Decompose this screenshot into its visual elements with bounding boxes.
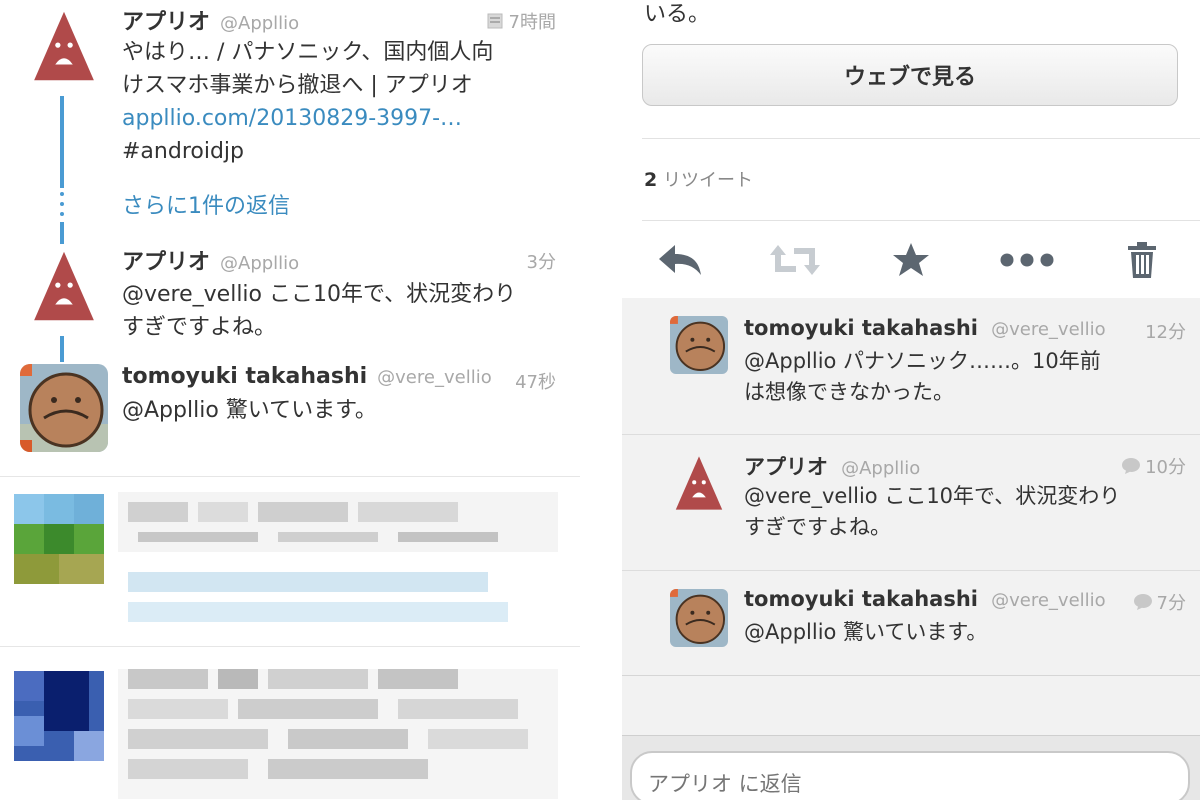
reply-text: @Appllio 驚いています。: [744, 617, 987, 648]
tweet-text-tail: いる。: [644, 2, 711, 27]
reply-text: @Appllio パナソニック……。10年前 は想像できなかった。: [744, 346, 1101, 408]
author-handle: @Appllio: [220, 13, 300, 34]
reply-text-line: @vere_vellio ここ10年で、状況変わり: [744, 484, 1121, 508]
reply-text-line: @Appllio 驚いています。: [744, 620, 988, 644]
more-button[interactable]: [997, 235, 1057, 285]
blurred-avatar: [14, 671, 104, 761]
reply-header: tomoyuki takahashi @vere_vellio: [744, 316, 1106, 340]
thread-line: [60, 336, 64, 362]
favorite-button[interactable]: [881, 235, 941, 285]
thread-line: [60, 222, 64, 244]
reply-item[interactable]: tomoyuki takahashi @vere_vellio 12分 @App…: [622, 298, 1200, 434]
tweet-time: 47秒: [515, 368, 556, 394]
retweet-icon: [770, 245, 821, 275]
author-handle: @Appllio: [220, 253, 300, 274]
author-handle: @vere_vellio: [991, 590, 1106, 611]
view-on-web-button[interactable]: ウェブで見る: [642, 44, 1178, 106]
reply-time: 7分: [1133, 589, 1186, 615]
reply-header: tomoyuki takahashi @vere_vellio: [744, 587, 1106, 611]
tweet-header: アプリオ @Appllio: [122, 4, 299, 36]
conversation-icon: [1133, 594, 1152, 610]
tweet-detail-pane: いる。 ウェブで見る 2 リツイート tomoyuki takahashi @v…: [622, 0, 1200, 800]
time-label: 10分: [1145, 457, 1186, 478]
reply-item[interactable]: tomoyuki takahashi @vere_vellio 7分 @Appl…: [622, 571, 1200, 675]
appllio-avatar[interactable]: [28, 250, 100, 322]
reply-item[interactable]: アプリオ @Appllio 10分 @vere_vellio ここ10年で、状況…: [622, 435, 1200, 569]
conversation-icon: [1122, 458, 1141, 474]
time-label: 7分: [1156, 593, 1186, 614]
author-name: アプリオ: [744, 455, 828, 479]
tweet-action-bar: [622, 222, 1200, 298]
reply-time: 10分: [1121, 453, 1186, 479]
blurred-text: [118, 669, 558, 799]
tweet-text: @Appllio 驚いています。: [122, 394, 562, 427]
reply-icon: [658, 245, 701, 275]
retweet-button[interactable]: [765, 235, 825, 285]
time-label: 47秒: [515, 372, 556, 393]
thread-dots: [57, 192, 67, 216]
tweet-time: 7時間: [487, 8, 556, 34]
time-label: 7時間: [508, 12, 556, 33]
pane-gap: [580, 0, 622, 800]
tweet-text-line: すぎですよね。: [122, 315, 277, 340]
appllio-avatar[interactable]: [28, 10, 100, 82]
tweet-text: やはり… / パナソニック、国内個人向 けスマホ事業から撤退へ | アプリオ a…: [122, 36, 562, 168]
tweet-text-line: けスマホ事業から撤退へ | アプリオ: [122, 73, 473, 98]
tomoyuki-avatar[interactable]: [670, 589, 728, 647]
author-handle: @vere_vellio: [991, 319, 1106, 340]
author-name: アプリオ: [122, 10, 211, 35]
tomoyuki-avatar[interactable]: [20, 364, 108, 452]
tweet-header: tomoyuki takahashi @vere_vellio: [122, 364, 492, 389]
author-handle: @Appllio: [841, 458, 921, 479]
tweet-text-line: @Appllio 驚いています。: [122, 398, 377, 423]
timeline-pane: アプリオ @Appllio 7時間 やはり… / パナソニック、国内個人向 けス…: [0, 0, 580, 800]
tweet-text-line: @vere_vellio ここ10年で、状況変わり: [122, 282, 517, 307]
tweet-time: 3分: [527, 248, 556, 274]
divider: [0, 646, 580, 647]
time-label: 3分: [526, 252, 556, 273]
trash-icon: [1128, 242, 1157, 278]
author-name: tomoyuki takahashi: [744, 587, 979, 611]
divider: [0, 476, 580, 477]
more-icon: [1000, 253, 1054, 267]
divider: [642, 138, 1200, 139]
reply-header: アプリオ @Appllio: [744, 451, 920, 481]
delete-button[interactable]: [1112, 235, 1172, 285]
divider: [622, 675, 1200, 676]
author-name: アプリオ: [122, 250, 211, 275]
author-name: tomoyuki takahashi: [122, 364, 368, 389]
thread-line: [60, 96, 64, 188]
divider: [642, 220, 1200, 221]
reply-text-line: @Appllio パナソニック……。10年前: [744, 349, 1101, 373]
hashtag[interactable]: #androidjp: [122, 135, 562, 168]
tweet-text-line: やはり… / パナソニック、国内個人向: [122, 40, 494, 65]
more-replies-link[interactable]: さらに1件の返信: [122, 188, 290, 220]
tweet-text: @vere_vellio ここ10年で、状況変わり すぎですよね。: [122, 278, 562, 344]
author-name: tomoyuki takahashi: [744, 316, 979, 340]
blurred-text: [118, 492, 558, 622]
retweet-number: 2: [644, 169, 658, 191]
blurred-avatar: [14, 494, 104, 584]
reply-text-line: は想像できなかった。: [744, 380, 954, 404]
reply-text: @vere_vellio ここ10年で、状況変わり すぎですよね。: [744, 481, 1120, 543]
reply-button[interactable]: [650, 235, 710, 285]
image-attachment-icon: [487, 13, 503, 29]
tomoyuki-avatar[interactable]: [670, 316, 728, 374]
time-label: 12分: [1145, 322, 1186, 343]
reply-text-line: すぎですよね。: [744, 515, 891, 539]
reply-composer: [622, 735, 1200, 800]
tweet-header: アプリオ @Appllio: [122, 244, 299, 276]
retweet-label: リツイート: [662, 170, 753, 191]
retweet-count[interactable]: 2 リツイート: [644, 166, 753, 192]
appllio-avatar[interactable]: [674, 455, 724, 511]
replies-list: tomoyuki takahashi @vere_vellio 12分 @App…: [622, 298, 1200, 800]
author-handle: @vere_vellio: [377, 367, 492, 388]
star-icon: [892, 243, 929, 276]
reply-input[interactable]: [630, 751, 1190, 800]
reply-time: 12分: [1145, 318, 1186, 344]
tweet-link[interactable]: appllio.com/20130829-3997-…: [122, 102, 562, 135]
